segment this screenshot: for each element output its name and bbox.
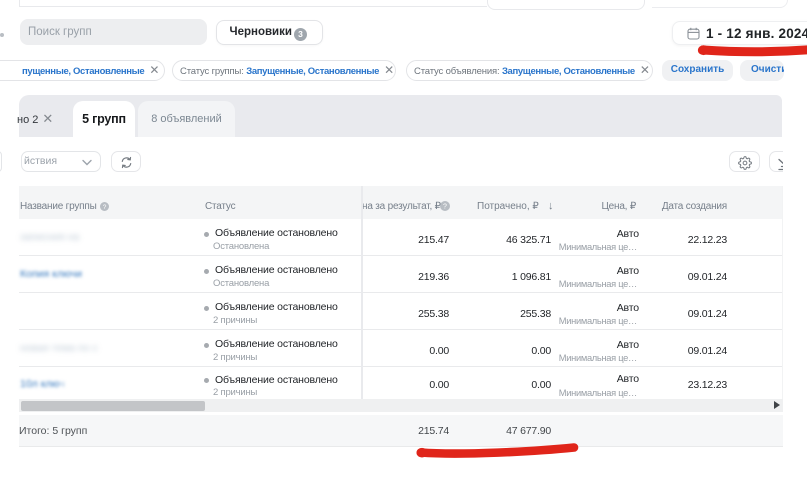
svg-text:?: ?	[103, 204, 107, 211]
svg-text:?: ?	[443, 204, 447, 211]
